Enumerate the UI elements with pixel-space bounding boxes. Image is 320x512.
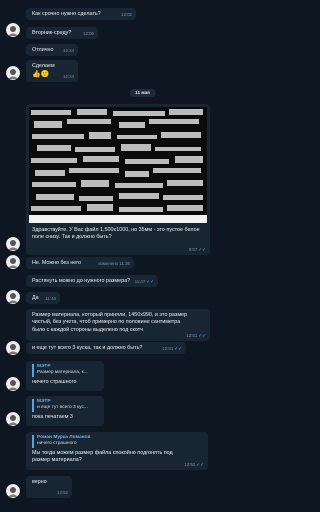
message-text: Как срочно нужно сделать? <box>32 11 101 17</box>
message-time: 11:48 <box>45 296 56 302</box>
message-text: пока печатаем 3 <box>32 413 73 420</box>
read-ticks-icon: ✓✓ <box>198 246 206 252</box>
read-ticks-icon: ✓✓ <box>198 332 206 338</box>
message-text: Мы тогда можем размер файла спокойно под… <box>32 449 173 464</box>
message-time: 12:02 <box>121 12 132 18</box>
message-bubble[interactable]: МЭТР Размер материала, к... ничего страш… <box>26 361 104 391</box>
avatar[interactable] <box>6 484 20 498</box>
message-bubble[interactable]: Вторник-среду? 12:06 <box>26 27 98 39</box>
reply-quote[interactable]: МЭТР и еще тут всего 3 кус... <box>32 399 98 412</box>
avatar[interactable] <box>6 255 20 269</box>
message-time: 12:24 <box>63 74 74 80</box>
read-ticks-icon: ✓✓ <box>174 345 182 351</box>
message-time: 12:51✓✓ <box>162 345 182 351</box>
message-bubble[interactable]: верно 12:52 <box>26 476 72 498</box>
message-time: 12:06 <box>83 31 94 37</box>
message-text: Здравствуйте. У Вас файл 1,500x1000, но … <box>32 227 200 241</box>
read-ticks-icon: ✓✓ <box>146 278 154 284</box>
avatar[interactable] <box>6 377 20 391</box>
message-text: Отлично <box>32 47 54 53</box>
message-bubble[interactable]: и еще тут всего 3 куска, так и должно бы… <box>26 342 186 354</box>
message-text: Растянуть можно до нужного размера? <box>32 278 131 284</box>
message-text: Сделаем <box>32 63 55 69</box>
message-text: ничего страшного <box>32 378 77 385</box>
message-time: изменено 11:35 <box>98 261 130 267</box>
read-ticks-icon: ✓✓ <box>196 461 204 467</box>
message-bubble[interactable]: Да 11:48 <box>26 292 60 304</box>
message-text: Да <box>32 295 39 301</box>
message-time: 12:24 <box>63 48 74 54</box>
avatar[interactable] <box>6 290 20 304</box>
avatar[interactable] <box>6 23 20 37</box>
message-text: Не. Можно без него <box>32 260 82 266</box>
image-message[interactable]: Здравствуйте. У Вас файл 1,500x1000, но … <box>26 104 210 255</box>
message-text: верно <box>32 479 47 485</box>
message-bubble[interactable]: МЭТР и еще тут всего 3 кус... пока печат… <box>26 396 104 426</box>
reply-quote[interactable]: Роман Мурка Ломанов ничего страшного <box>32 435 202 448</box>
attached-image[interactable] <box>29 107 207 223</box>
message-bubble[interactable]: Роман Мурка Ломанов ничего страшного Мы … <box>26 432 208 470</box>
message-bubble[interactable]: Как срочно нужно сделать? 12:02 <box>26 8 136 20</box>
avatar[interactable] <box>6 237 20 251</box>
avatar[interactable] <box>6 66 20 80</box>
avatar[interactable] <box>6 341 20 355</box>
message-time: 12:52✓✓ <box>184 461 204 467</box>
message-time: 12:51✓✓ <box>186 332 206 338</box>
reply-text: и еще тут всего 3 кус... <box>37 405 88 411</box>
date-separator: 11 мая <box>129 89 156 98</box>
message-bubble[interactable]: Не. Можно без него изменено 11:35 <box>26 257 134 269</box>
reply-quote[interactable]: МЭТР Размер материала, к... <box>32 364 98 377</box>
message-text: Вторник-среду? <box>32 30 72 36</box>
avatar[interactable] <box>6 412 20 426</box>
message-bubble[interactable]: Отлично 12:24 <box>26 44 78 56</box>
message-time: 9:57✓✓ <box>188 246 206 252</box>
message-bubble[interactable]: Растянуть можно до нужного размера? 11:4… <box>26 275 158 287</box>
message-text: Размер материала, который приняли, 1450x… <box>32 312 188 333</box>
message-bubble[interactable]: Размер материала, который приняли, 1450x… <box>26 309 210 341</box>
message-text: и еще тут всего 3 куска, так и должно бы… <box>32 345 143 351</box>
message-time: 11:47✓✓ <box>134 278 154 284</box>
reply-text: Размер материала, к... <box>37 370 88 376</box>
reply-text: ничего страшного <box>37 441 77 447</box>
message-bubble[interactable]: Сделаем 👍🙂 12:24 <box>26 60 78 82</box>
message-time: 12:52 <box>57 490 68 496</box>
